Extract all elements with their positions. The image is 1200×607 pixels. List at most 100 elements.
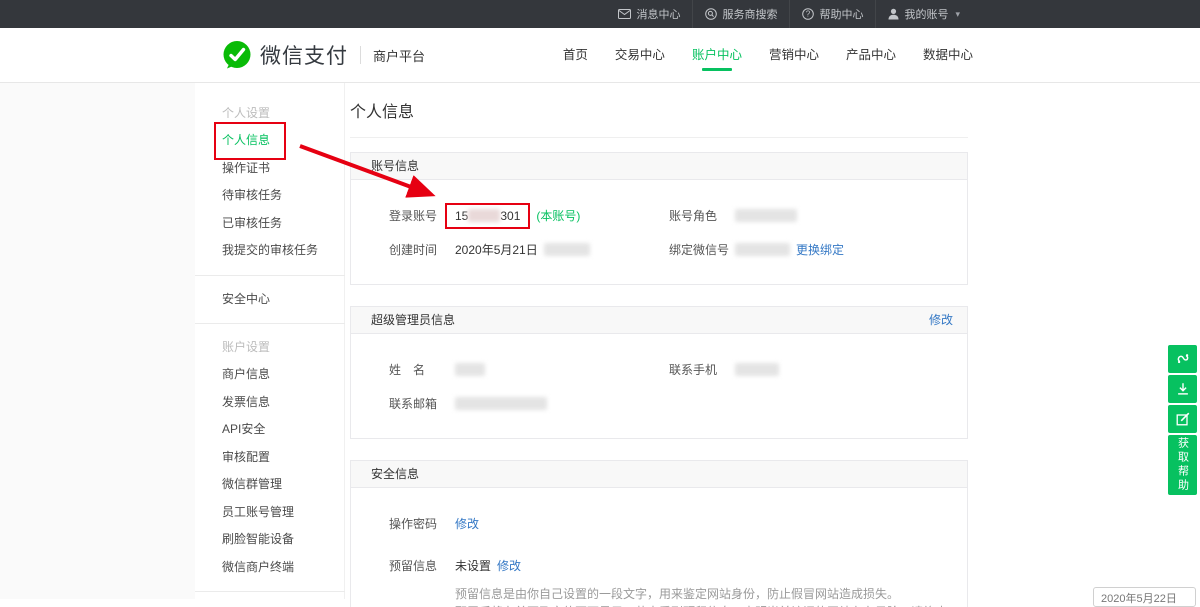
portal-name: 商户平台 bbox=[373, 46, 425, 65]
section-title: 超级管理员信息 bbox=[371, 307, 455, 333]
topbar-item-label: 消息中心 bbox=[636, 6, 680, 22]
mail-icon bbox=[618, 9, 631, 19]
float-feedback-button[interactable] bbox=[1168, 405, 1197, 433]
field-label: 联系邮箱 bbox=[389, 395, 455, 412]
link-icon bbox=[1175, 351, 1191, 367]
main-content: 个人信息 账号信息 登录账号 15 301 bbox=[345, 83, 968, 599]
admin-info-section: 超级管理员信息 修改 姓 名 联系手机 联系邮箱 bbox=[350, 306, 968, 439]
redacted-admin-email bbox=[455, 397, 547, 410]
topbar-item-label: 帮助中心 bbox=[819, 6, 863, 22]
svg-text:?: ? bbox=[806, 10, 811, 19]
field-label: 绑定微信号 bbox=[669, 241, 735, 258]
edit-icon bbox=[1175, 411, 1191, 427]
security-info-section: 安全信息 操作密码 修改 预留信息 未设置 修改 bbox=[350, 460, 968, 607]
field-label: 联系手机 bbox=[669, 361, 735, 378]
reserved-modify-link[interactable]: 修改 bbox=[497, 557, 521, 574]
page-body: 个人设置 个人信息 操作证书 待审核任务 已审核任务 我提交的审核任务 安全中心… bbox=[0, 83, 1200, 599]
admin-phone-field: 联系手机 bbox=[669, 361, 779, 378]
sidebar-item-merchant-terminal[interactable]: 微信商户终端 bbox=[222, 554, 344, 582]
nav-home[interactable]: 首页 bbox=[563, 28, 588, 83]
sidebar-item-personal-info[interactable]: 个人信息 bbox=[222, 127, 344, 155]
topbar-item-label: 我的账号 bbox=[904, 6, 948, 22]
security-info-body: 操作密码 修改 预留信息 未设置 修改 预留信息是由你自己设置的一段文字，用来鉴… bbox=[351, 488, 967, 607]
sidebar-item-staff-account-mgmt[interactable]: 员工账号管理 bbox=[222, 499, 344, 527]
sidebar-item-api-security[interactable]: API安全 bbox=[222, 416, 344, 444]
section-title: 账号信息 bbox=[371, 153, 419, 179]
current-account-note: (本账号) bbox=[536, 207, 580, 224]
reserved-info-field: 预留信息 未设置 修改 bbox=[389, 557, 521, 574]
reserved-info-value: 未设置 bbox=[455, 557, 491, 574]
sidebar-item-my-submitted-tasks[interactable]: 我提交的审核任务 bbox=[222, 237, 344, 265]
topbar-help-center[interactable]: ? 帮助中心 bbox=[789, 0, 875, 28]
field-label: 操作密码 bbox=[389, 515, 455, 532]
topbar-my-account[interactable]: 我的账号 ▾ bbox=[875, 0, 972, 28]
help-icon: ? bbox=[802, 8, 814, 20]
wechat-pay-logo-icon bbox=[222, 40, 252, 70]
created-time-value: 2020年5月21日 bbox=[455, 241, 538, 258]
admin-modify-link[interactable]: 修改 bbox=[929, 307, 953, 333]
topbar-provider-search[interactable]: 服务商搜索 bbox=[692, 0, 789, 28]
get-help-button[interactable]: 获取帮助 bbox=[1168, 435, 1197, 495]
float-link-button[interactable] bbox=[1168, 345, 1197, 373]
account-role-field: 账号角色 bbox=[669, 207, 797, 224]
redacted-admin-name bbox=[455, 363, 485, 376]
account-info-section: 账号信息 登录账号 15 301 (本账号) bbox=[350, 152, 968, 285]
annotation-red-box-sidebar: 个人信息 bbox=[214, 122, 286, 160]
sidebar-item-security-center[interactable]: 安全中心 bbox=[222, 286, 344, 314]
topbar-item-label: 服务商搜索 bbox=[722, 6, 777, 22]
field-label: 预留信息 bbox=[389, 557, 455, 574]
admin-info-header: 超级管理员信息 修改 bbox=[351, 307, 967, 334]
sidebar-item-reviewed-tasks[interactable]: 已审核任务 bbox=[222, 210, 344, 238]
login-account-prefix: 15 bbox=[455, 209, 468, 223]
redacted-wechat-id bbox=[735, 243, 790, 256]
search-icon bbox=[705, 8, 717, 20]
password-modify-link[interactable]: 修改 bbox=[455, 515, 479, 532]
nav-account-center[interactable]: 账户中心 bbox=[692, 28, 742, 83]
sidebar: 个人设置 个人信息 操作证书 待审核任务 已审核任务 我提交的审核任务 安全中心… bbox=[195, 83, 345, 599]
float-download-button[interactable] bbox=[1168, 375, 1197, 403]
field-label: 账号角色 bbox=[669, 207, 735, 224]
bound-wechat-field: 绑定微信号 更换绑定 bbox=[669, 241, 844, 258]
admin-email-field: 联系邮箱 bbox=[389, 395, 669, 412]
nav-transaction-center[interactable]: 交易中心 bbox=[615, 28, 665, 83]
brand-name: 微信支付 bbox=[260, 40, 348, 70]
account-info-header: 账号信息 bbox=[351, 153, 967, 180]
user-icon bbox=[888, 8, 899, 20]
sidebar-divider bbox=[195, 591, 345, 592]
sidebar-item-review-config[interactable]: 审核配置 bbox=[222, 444, 344, 472]
nav-data-center[interactable]: 数据中心 bbox=[923, 28, 973, 83]
desc-line: 预留信息是由你自己设置的一段文字，用来鉴定网站身份，防止假冒网站造成损失。 bbox=[455, 586, 947, 604]
change-binding-link[interactable]: 更换绑定 bbox=[796, 241, 844, 258]
login-account-field: 登录账号 15 301 (本账号) bbox=[389, 207, 669, 224]
topbar-message-center[interactable]: 消息中心 bbox=[606, 0, 692, 28]
nav-marketing-center[interactable]: 营销中心 bbox=[769, 28, 819, 83]
date-tooltip: 2020年5月22日 bbox=[1093, 587, 1196, 607]
admin-info-body: 姓 名 联系手机 联系邮箱 bbox=[351, 334, 967, 438]
sidebar-divider bbox=[195, 275, 345, 276]
main-header: 微信支付 商户平台 首页 交易中心 账户中心 营销中心 产品中心 数据中心 bbox=[0, 28, 1200, 83]
left-gutter bbox=[0, 83, 195, 599]
header-divider bbox=[360, 46, 361, 64]
sidebar-item-wechat-group-mgmt[interactable]: 微信群管理 bbox=[222, 471, 344, 499]
sidebar-item-pending-tasks[interactable]: 待审核任务 bbox=[222, 182, 344, 210]
security-info-header: 安全信息 bbox=[351, 461, 967, 488]
sidebar-item-merchant-info[interactable]: 商户信息 bbox=[222, 361, 344, 389]
redacted-login-middle bbox=[468, 209, 500, 222]
sidebar-item-invoice-info[interactable]: 发票信息 bbox=[222, 389, 344, 417]
operation-password-field: 操作密码 修改 bbox=[389, 515, 479, 532]
redacted-account-role bbox=[735, 209, 797, 222]
chevron-down-icon: ▾ bbox=[955, 9, 960, 20]
brand-logo[interactable]: 微信支付 bbox=[222, 40, 348, 70]
sidebar-divider bbox=[195, 323, 345, 324]
annotation-red-box-account: 15 301 bbox=[445, 203, 530, 229]
reserved-info-description: 预留信息是由你自己设置的一段文字，用来鉴定网站身份，防止假冒网站造成损失。 配置… bbox=[455, 586, 947, 607]
admin-name-field: 姓 名 bbox=[389, 361, 669, 378]
field-label: 创建时间 bbox=[389, 241, 455, 258]
floating-help-widget: 获取帮助 bbox=[1168, 345, 1197, 495]
nav-product-center[interactable]: 产品中心 bbox=[846, 28, 896, 83]
sidebar-item-face-device[interactable]: 刷脸智能设备 bbox=[222, 526, 344, 554]
main-nav: 首页 交易中心 账户中心 营销中心 产品中心 数据中心 bbox=[536, 28, 973, 83]
created-time-field: 创建时间 2020年5月21日 bbox=[389, 241, 669, 258]
page-title: 个人信息 bbox=[350, 98, 968, 138]
redacted-admin-phone bbox=[735, 363, 779, 376]
